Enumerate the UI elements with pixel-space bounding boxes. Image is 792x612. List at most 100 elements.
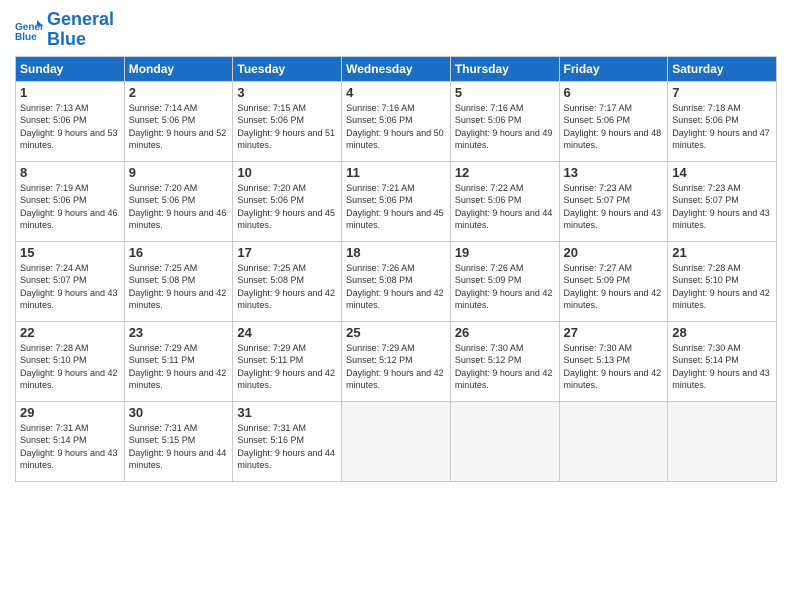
logo-text: GeneralBlue [47,10,114,50]
day-info: Sunrise: 7:25 AM Sunset: 5:08 PM Dayligh… [237,262,337,312]
day-info: Sunrise: 7:29 AM Sunset: 5:11 PM Dayligh… [237,342,337,392]
day-cell: 10 Sunrise: 7:20 AM Sunset: 5:06 PM Dayl… [233,161,342,241]
day-info: Sunrise: 7:21 AM Sunset: 5:06 PM Dayligh… [346,182,446,232]
day-info: Sunrise: 7:24 AM Sunset: 5:07 PM Dayligh… [20,262,120,312]
day-info: Sunrise: 7:23 AM Sunset: 5:07 PM Dayligh… [672,182,772,232]
logo-icon: General Blue [15,16,43,44]
col-header-tuesday: Tuesday [233,56,342,81]
day-cell: 3 Sunrise: 7:15 AM Sunset: 5:06 PM Dayli… [233,81,342,161]
day-number: 10 [237,165,337,180]
day-number: 28 [672,325,772,340]
day-info: Sunrise: 7:28 AM Sunset: 5:10 PM Dayligh… [20,342,120,392]
day-cell: 11 Sunrise: 7:21 AM Sunset: 5:06 PM Dayl… [342,161,451,241]
day-number: 14 [672,165,772,180]
day-cell [559,401,668,481]
day-cell: 18 Sunrise: 7:26 AM Sunset: 5:08 PM Dayl… [342,241,451,321]
day-cell: 27 Sunrise: 7:30 AM Sunset: 5:13 PM Dayl… [559,321,668,401]
day-info: Sunrise: 7:29 AM Sunset: 5:12 PM Dayligh… [346,342,446,392]
header-row: SundayMondayTuesdayWednesdayThursdayFrid… [16,56,777,81]
day-cell [450,401,559,481]
col-header-friday: Friday [559,56,668,81]
day-info: Sunrise: 7:16 AM Sunset: 5:06 PM Dayligh… [346,102,446,152]
day-number: 9 [129,165,229,180]
day-cell: 12 Sunrise: 7:22 AM Sunset: 5:06 PM Dayl… [450,161,559,241]
day-info: Sunrise: 7:26 AM Sunset: 5:09 PM Dayligh… [455,262,555,312]
day-number: 24 [237,325,337,340]
day-info: Sunrise: 7:13 AM Sunset: 5:06 PM Dayligh… [20,102,120,152]
day-info: Sunrise: 7:22 AM Sunset: 5:06 PM Dayligh… [455,182,555,232]
day-cell: 4 Sunrise: 7:16 AM Sunset: 5:06 PM Dayli… [342,81,451,161]
header: General Blue GeneralBlue [15,10,777,50]
day-cell: 9 Sunrise: 7:20 AM Sunset: 5:06 PM Dayli… [124,161,233,241]
day-cell: 15 Sunrise: 7:24 AM Sunset: 5:07 PM Dayl… [16,241,125,321]
col-header-wednesday: Wednesday [342,56,451,81]
day-number: 15 [20,245,120,260]
day-info: Sunrise: 7:20 AM Sunset: 5:06 PM Dayligh… [129,182,229,232]
day-number: 27 [564,325,664,340]
day-cell: 8 Sunrise: 7:19 AM Sunset: 5:06 PM Dayli… [16,161,125,241]
day-info: Sunrise: 7:30 AM Sunset: 5:12 PM Dayligh… [455,342,555,392]
week-row-3: 15 Sunrise: 7:24 AM Sunset: 5:07 PM Dayl… [16,241,777,321]
day-number: 8 [20,165,120,180]
day-number: 21 [672,245,772,260]
day-info: Sunrise: 7:29 AM Sunset: 5:11 PM Dayligh… [129,342,229,392]
day-info: Sunrise: 7:17 AM Sunset: 5:06 PM Dayligh… [564,102,664,152]
day-cell: 17 Sunrise: 7:25 AM Sunset: 5:08 PM Dayl… [233,241,342,321]
col-header-thursday: Thursday [450,56,559,81]
col-header-saturday: Saturday [668,56,777,81]
day-info: Sunrise: 7:16 AM Sunset: 5:06 PM Dayligh… [455,102,555,152]
day-number: 3 [237,85,337,100]
day-cell: 20 Sunrise: 7:27 AM Sunset: 5:09 PM Dayl… [559,241,668,321]
day-number: 22 [20,325,120,340]
day-cell: 2 Sunrise: 7:14 AM Sunset: 5:06 PM Dayli… [124,81,233,161]
day-number: 17 [237,245,337,260]
day-number: 12 [455,165,555,180]
day-info: Sunrise: 7:20 AM Sunset: 5:06 PM Dayligh… [237,182,337,232]
day-info: Sunrise: 7:31 AM Sunset: 5:15 PM Dayligh… [129,422,229,472]
day-info: Sunrise: 7:19 AM Sunset: 5:06 PM Dayligh… [20,182,120,232]
day-cell: 5 Sunrise: 7:16 AM Sunset: 5:06 PM Dayli… [450,81,559,161]
week-row-4: 22 Sunrise: 7:28 AM Sunset: 5:10 PM Dayl… [16,321,777,401]
week-row-1: 1 Sunrise: 7:13 AM Sunset: 5:06 PM Dayli… [16,81,777,161]
day-info: Sunrise: 7:31 AM Sunset: 5:14 PM Dayligh… [20,422,120,472]
day-cell: 6 Sunrise: 7:17 AM Sunset: 5:06 PM Dayli… [559,81,668,161]
day-number: 26 [455,325,555,340]
day-cell: 28 Sunrise: 7:30 AM Sunset: 5:14 PM Dayl… [668,321,777,401]
day-cell: 25 Sunrise: 7:29 AM Sunset: 5:12 PM Dayl… [342,321,451,401]
day-cell: 13 Sunrise: 7:23 AM Sunset: 5:07 PM Dayl… [559,161,668,241]
day-number: 20 [564,245,664,260]
day-cell: 21 Sunrise: 7:28 AM Sunset: 5:10 PM Dayl… [668,241,777,321]
day-info: Sunrise: 7:23 AM Sunset: 5:07 PM Dayligh… [564,182,664,232]
col-header-sunday: Sunday [16,56,125,81]
day-number: 23 [129,325,229,340]
day-number: 29 [20,405,120,420]
day-number: 4 [346,85,446,100]
day-number: 6 [564,85,664,100]
day-cell: 23 Sunrise: 7:29 AM Sunset: 5:11 PM Dayl… [124,321,233,401]
calendar: SundayMondayTuesdayWednesdayThursdayFrid… [15,56,777,482]
day-cell: 1 Sunrise: 7:13 AM Sunset: 5:06 PM Dayli… [16,81,125,161]
day-number: 30 [129,405,229,420]
day-cell: 29 Sunrise: 7:31 AM Sunset: 5:14 PM Dayl… [16,401,125,481]
day-cell: 22 Sunrise: 7:28 AM Sunset: 5:10 PM Dayl… [16,321,125,401]
page: General Blue GeneralBlue SundayMondayTue… [0,0,792,612]
day-number: 7 [672,85,772,100]
day-cell: 30 Sunrise: 7:31 AM Sunset: 5:15 PM Dayl… [124,401,233,481]
week-row-5: 29 Sunrise: 7:31 AM Sunset: 5:14 PM Dayl… [16,401,777,481]
day-number: 1 [20,85,120,100]
day-number: 11 [346,165,446,180]
day-info: Sunrise: 7:30 AM Sunset: 5:13 PM Dayligh… [564,342,664,392]
logo: General Blue GeneralBlue [15,10,114,50]
day-info: Sunrise: 7:26 AM Sunset: 5:08 PM Dayligh… [346,262,446,312]
day-number: 25 [346,325,446,340]
day-cell: 31 Sunrise: 7:31 AM Sunset: 5:16 PM Dayl… [233,401,342,481]
day-number: 16 [129,245,229,260]
day-cell: 26 Sunrise: 7:30 AM Sunset: 5:12 PM Dayl… [450,321,559,401]
day-number: 13 [564,165,664,180]
day-cell: 16 Sunrise: 7:25 AM Sunset: 5:08 PM Dayl… [124,241,233,321]
col-header-monday: Monday [124,56,233,81]
day-cell: 7 Sunrise: 7:18 AM Sunset: 5:06 PM Dayli… [668,81,777,161]
day-number: 2 [129,85,229,100]
day-cell [342,401,451,481]
day-info: Sunrise: 7:14 AM Sunset: 5:06 PM Dayligh… [129,102,229,152]
